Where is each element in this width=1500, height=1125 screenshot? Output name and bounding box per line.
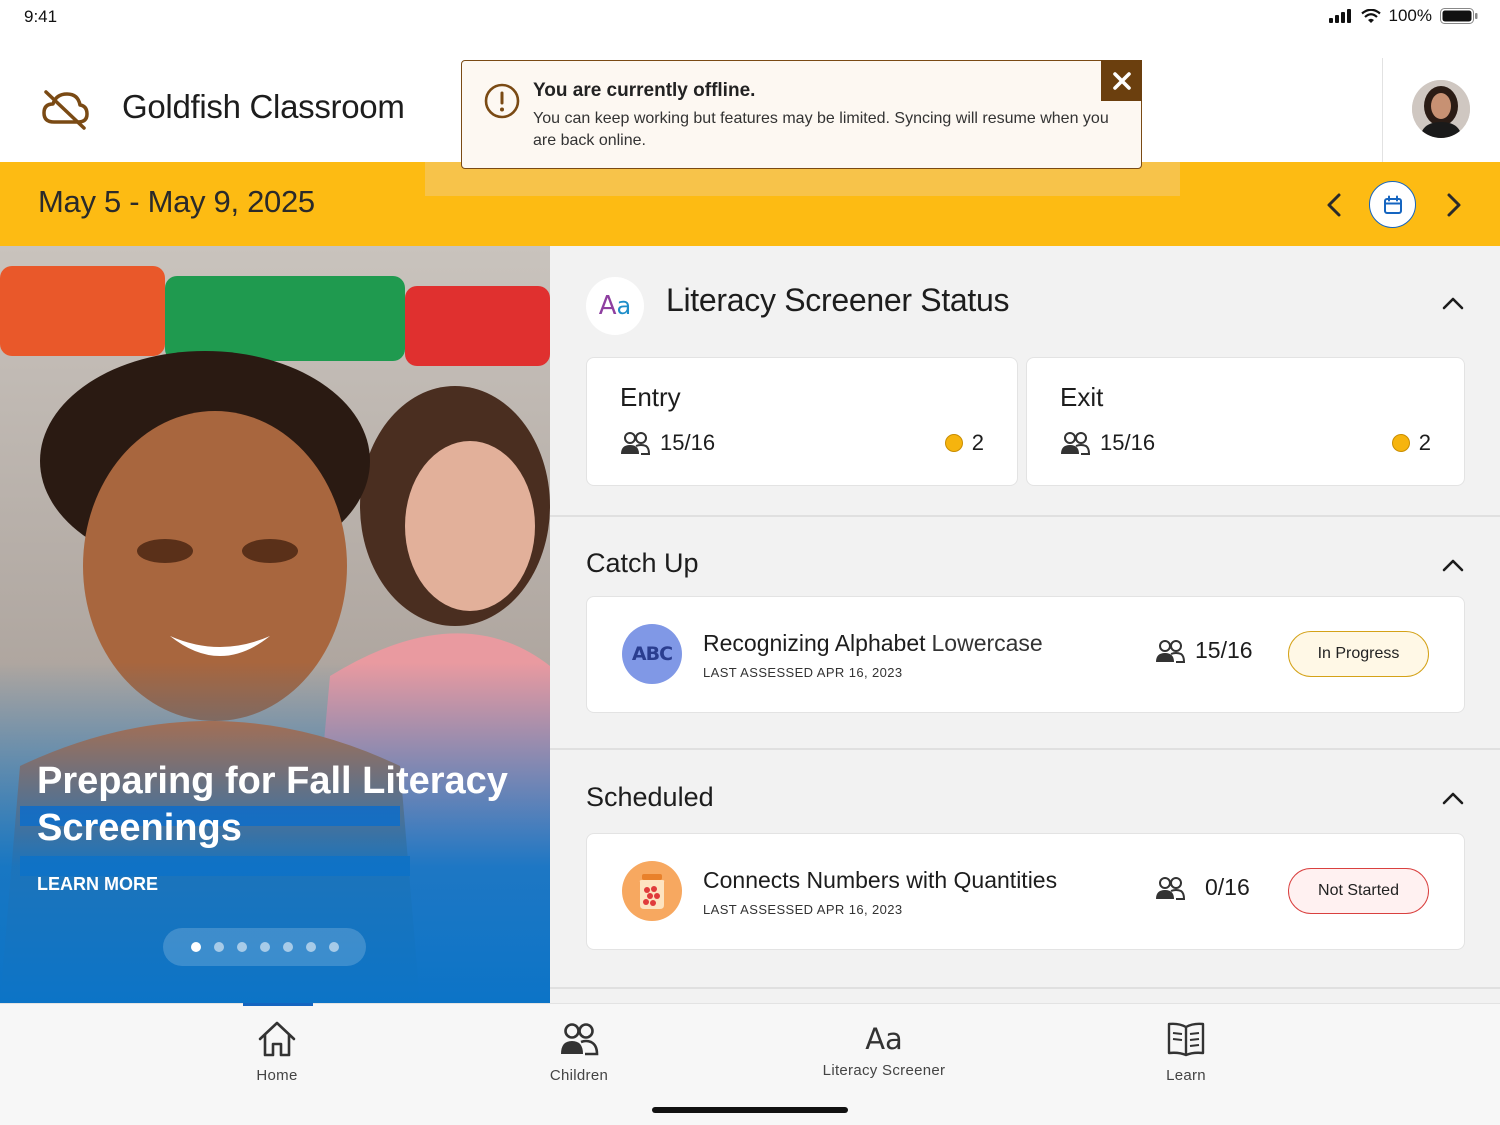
entry-count-value: 15/16 <box>660 430 716 455</box>
section-divider <box>550 748 1500 750</box>
carousel-dot[interactable] <box>236 942 247 952</box>
carousel-dot[interactable] <box>328 942 339 952</box>
status-dot-icon <box>1391 434 1410 452</box>
children-icon <box>1061 432 1090 455</box>
hero-carousel[interactable]: Preparing for Fall Literacy Screenings L… <box>0 246 550 1003</box>
app-title: Goldfish Classroom <box>122 88 405 125</box>
status-bar: 9:41 100% <box>0 0 1500 36</box>
tab-label: Children <box>549 1067 609 1084</box>
carousel-dot[interactable] <box>213 942 224 952</box>
activity-count-value: 15/16 <box>1195 637 1253 663</box>
chevron-up-icon <box>1442 297 1464 310</box>
close-icon <box>1112 71 1131 90</box>
in-progress-badge[interactable]: In Progress <box>1288 631 1429 677</box>
home-icon <box>258 1021 296 1057</box>
carousel-pagination <box>163 928 366 966</box>
tab-literacy-screener[interactable]: Aa Literacy Screener <box>784 1020 984 1079</box>
children-icon <box>1156 639 1185 663</box>
entry-count: 15/16 <box>620 430 715 456</box>
last-assessed-date: LAST ASSESSED APR 16, 2023 <box>703 665 903 680</box>
scheduled-title: Scheduled <box>586 782 714 812</box>
status-time: 9:41 <box>24 7 58 26</box>
cloud-offline-icon <box>40 86 90 137</box>
chevron-up-icon <box>1442 792 1464 805</box>
activity-count-value: 0/16 <box>1205 874 1250 900</box>
previous-week-button[interactable] <box>1320 190 1350 225</box>
activity-subtitle: Lowercase <box>931 630 1043 656</box>
user-avatar[interactable] <box>1412 80 1470 138</box>
bottom-tab-bar: Home Children Aa Literacy Screener Learn <box>0 1003 1500 1125</box>
collapse-literacy-button[interactable] <box>1440 290 1466 321</box>
active-tab-indicator <box>243 1003 313 1006</box>
hero-title: Preparing for Fall Literacy Screenings <box>37 760 508 849</box>
chevron-right-icon <box>1447 193 1461 217</box>
activity-title: Recognizing Alphabet <box>703 630 926 656</box>
offline-toast: You are currently offline. You can keep … <box>461 60 1142 169</box>
exit-alert: 2 <box>1391 430 1431 456</box>
calendar-icon <box>1383 195 1402 214</box>
next-week-button[interactable] <box>1438 190 1468 225</box>
learn-more-link[interactable]: LEARN MORE <box>37 874 158 895</box>
literacy-icon: Aa <box>586 277 644 335</box>
status-indicators: 100% <box>1328 6 1478 26</box>
date-range: May 5 - May 9, 2025 <box>38 184 315 219</box>
exit-alert-value: 2 <box>1418 430 1431 455</box>
scheduled-activity-card[interactable]: Connects Numbers with Quantities LAST AS… <box>586 833 1465 950</box>
entry-card[interactable]: Entry 15/16 2 <box>586 357 1018 486</box>
tab-home[interactable]: Home <box>177 1020 377 1084</box>
entry-label: Entry <box>620 382 681 412</box>
exit-count: 15/16 <box>1060 430 1155 456</box>
catch-up-title: Catch Up <box>586 548 699 578</box>
exit-card[interactable]: Exit 15/16 2 <box>1026 357 1465 486</box>
activity-name: Recognizing Alphabet Lowercase <box>703 630 1043 657</box>
tab-label: Learn <box>1166 1067 1206 1084</box>
week-date-bar: May 5 - May 9, 2025 <box>0 162 1500 246</box>
activity-name: Connects Numbers with Quantities <box>703 867 1058 893</box>
wifi-icon <box>1360 8 1381 23</box>
carousel-dot[interactable] <box>259 942 270 952</box>
calendar-button[interactable] <box>1369 181 1416 228</box>
last-assessed-date: LAST ASSESSED APR 16, 2023 <box>703 902 903 917</box>
counting-jar-icon <box>622 861 682 921</box>
section-divider <box>550 987 1500 989</box>
header-divider <box>1382 58 1383 162</box>
collapse-catch-up-button[interactable] <box>1440 552 1466 583</box>
toast-title: You are currently offline. <box>533 80 756 101</box>
exit-count-value: 15/16 <box>1100 430 1156 455</box>
carousel-dot[interactable] <box>282 942 293 952</box>
battery-icon <box>1440 8 1478 24</box>
exit-label: Exit <box>1060 382 1104 412</box>
not-started-badge[interactable]: Not Started <box>1288 868 1429 914</box>
carousel-dot[interactable] <box>305 942 316 952</box>
carousel-dot[interactable] <box>190 942 201 952</box>
chevron-up-icon <box>1442 559 1464 572</box>
signal-icon <box>1328 9 1351 23</box>
abc-icon: ABC <box>622 624 682 684</box>
exclamation-circle-icon <box>484 83 520 124</box>
tab-children[interactable]: Children <box>479 1020 679 1084</box>
book-icon <box>1167 1022 1205 1057</box>
children-icon <box>1156 876 1185 900</box>
toast-message: You can keep working but features may be… <box>533 110 1109 149</box>
collapse-scheduled-button[interactable] <box>1440 785 1466 816</box>
battery-percent: 100% <box>1388 6 1432 25</box>
dashboard-panel: Aa Literacy Screener Status Entry 15/16 … <box>550 246 1500 1003</box>
literacy-status-title: Literacy Screener Status <box>666 282 1010 318</box>
section-divider <box>550 515 1500 517</box>
literacy-icon: Aa <box>865 1022 903 1056</box>
status-dot-icon <box>944 434 963 452</box>
tab-learn[interactable]: Learn <box>1086 1020 1286 1084</box>
children-icon <box>561 1023 599 1056</box>
chevron-left-icon <box>1327 193 1341 217</box>
activity-count: 15/16 <box>1155 637 1253 664</box>
tab-label: Home <box>256 1067 298 1084</box>
activity-count: 0/16 <box>1155 874 1250 901</box>
entry-alert-value: 2 <box>971 430 984 455</box>
entry-alert: 2 <box>944 430 984 456</box>
tab-label: Literacy Screener <box>822 1062 946 1079</box>
catch-up-activity-card[interactable]: ABC Recognizing Alphabet Lowercase LAST A… <box>586 596 1465 713</box>
toast-close-button[interactable] <box>1101 60 1142 101</box>
children-icon <box>621 432 650 455</box>
home-indicator[interactable] <box>652 1107 848 1113</box>
